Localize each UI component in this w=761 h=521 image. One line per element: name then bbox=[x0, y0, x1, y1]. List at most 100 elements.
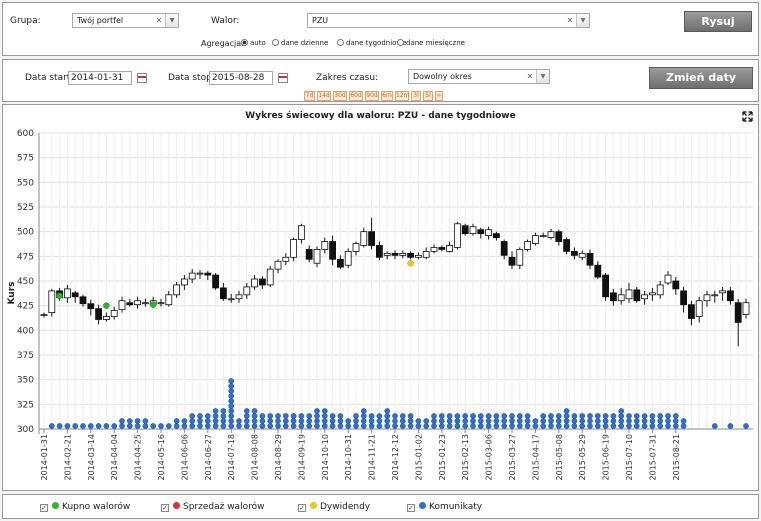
comm-marker bbox=[509, 418, 515, 424]
comm-marker bbox=[314, 423, 320, 429]
comm-marker bbox=[407, 413, 414, 419]
candle-body bbox=[336, 258, 344, 268]
comm-marker bbox=[197, 423, 203, 429]
checkbox[interactable]: ✓ bbox=[40, 504, 48, 512]
comm-marker bbox=[633, 423, 640, 429]
comm-marker bbox=[321, 418, 328, 424]
candle-body bbox=[103, 316, 110, 320]
candle-body bbox=[321, 241, 329, 250]
comm-marker bbox=[392, 423, 398, 429]
candle-body bbox=[641, 294, 648, 300]
candle-body bbox=[578, 252, 586, 258]
legend-item[interactable]: ✓ Sprzedaż walorów bbox=[161, 502, 264, 512]
x-tick-label: 2014-05-16 bbox=[157, 434, 166, 481]
comm-marker bbox=[220, 423, 227, 429]
comm-marker bbox=[189, 418, 196, 424]
buy-marker bbox=[103, 302, 110, 309]
candle-body bbox=[297, 225, 305, 240]
comm-marker bbox=[602, 418, 609, 424]
candle-body bbox=[235, 294, 243, 300]
candle-body bbox=[586, 252, 594, 266]
comm-marker bbox=[555, 423, 562, 429]
checkbox[interactable]: ✓ bbox=[161, 504, 169, 512]
legend-item[interactable]: ✓ Komunikaty bbox=[407, 502, 482, 512]
legend-item[interactable]: ✓ Dywidendy bbox=[298, 502, 370, 512]
comm-marker bbox=[337, 418, 344, 424]
comm-marker bbox=[626, 413, 632, 419]
comm-marker bbox=[360, 418, 367, 424]
candle-body bbox=[368, 231, 376, 246]
comm-marker bbox=[251, 418, 258, 424]
candle-body bbox=[532, 235, 539, 244]
comm-marker bbox=[314, 418, 320, 424]
y-axis-label: Kurs bbox=[7, 281, 17, 304]
comm-marker bbox=[555, 413, 562, 419]
comm-marker bbox=[524, 413, 531, 419]
comm-marker bbox=[470, 413, 476, 419]
comm-marker bbox=[571, 413, 578, 419]
checkbox[interactable]: ✓ bbox=[298, 504, 306, 512]
legend-color-dot bbox=[419, 502, 426, 509]
y-tick-label: 425 bbox=[17, 302, 34, 312]
comm-marker bbox=[197, 413, 203, 419]
x-tick-label: 2015-05-29 bbox=[578, 434, 587, 481]
x-tick-label: 2014-10-31 bbox=[344, 434, 353, 481]
comm-marker bbox=[204, 418, 211, 424]
comm-marker bbox=[548, 418, 554, 424]
comm-marker bbox=[80, 423, 86, 429]
comm-marker bbox=[516, 423, 523, 429]
comm-marker bbox=[314, 408, 320, 414]
legend-item[interactable]: ✓ Kupno walorów bbox=[40, 502, 130, 512]
candle-body bbox=[344, 250, 352, 266]
comm-marker bbox=[509, 423, 515, 429]
candle-body bbox=[547, 231, 555, 238]
comm-marker bbox=[228, 408, 235, 414]
comm-marker bbox=[618, 423, 625, 429]
comm-marker bbox=[399, 423, 406, 429]
candle-body bbox=[672, 280, 680, 290]
comm-marker bbox=[228, 418, 235, 424]
comm-marker bbox=[680, 418, 687, 424]
candle-body bbox=[516, 249, 524, 266]
comm-marker bbox=[641, 418, 648, 424]
comm-marker bbox=[446, 413, 453, 419]
candle-body bbox=[383, 252, 391, 256]
comm-marker bbox=[477, 413, 484, 419]
candle-body bbox=[352, 243, 360, 252]
comm-marker bbox=[298, 418, 305, 424]
comm-marker bbox=[407, 423, 414, 429]
comm-marker bbox=[345, 423, 352, 429]
comm-marker bbox=[384, 423, 391, 429]
comm-marker bbox=[626, 423, 632, 429]
comm-marker bbox=[95, 423, 102, 429]
comm-marker bbox=[142, 418, 149, 424]
checkbox[interactable]: ✓ bbox=[407, 504, 415, 512]
y-tick-label: 450 bbox=[17, 277, 34, 287]
comm-marker bbox=[540, 413, 547, 419]
buy-marker bbox=[149, 301, 157, 308]
comm-marker bbox=[641, 413, 648, 419]
candle-body bbox=[594, 264, 602, 278]
comm-marker bbox=[665, 418, 671, 424]
candle-body bbox=[711, 294, 719, 297]
candle-body bbox=[180, 278, 188, 286]
comm-marker bbox=[423, 418, 430, 424]
comm-marker bbox=[672, 413, 679, 419]
comm-marker bbox=[119, 423, 125, 429]
candle-body bbox=[664, 274, 672, 284]
comm-marker bbox=[72, 423, 79, 429]
x-tick-label: 2014-09-19 bbox=[297, 434, 306, 481]
comm-marker bbox=[657, 413, 664, 419]
candle-body bbox=[492, 233, 500, 238]
comm-marker bbox=[126, 418, 133, 424]
comm-marker bbox=[204, 413, 211, 419]
candle-body bbox=[485, 229, 493, 237]
x-tick-label: 2015-05-08 bbox=[555, 434, 564, 481]
comm-marker bbox=[360, 423, 367, 429]
comm-marker bbox=[259, 423, 266, 429]
comm-marker bbox=[454, 418, 461, 424]
comm-marker bbox=[431, 413, 437, 419]
candle-body bbox=[617, 294, 625, 302]
comm-marker bbox=[228, 378, 235, 384]
candle-body bbox=[461, 225, 469, 235]
